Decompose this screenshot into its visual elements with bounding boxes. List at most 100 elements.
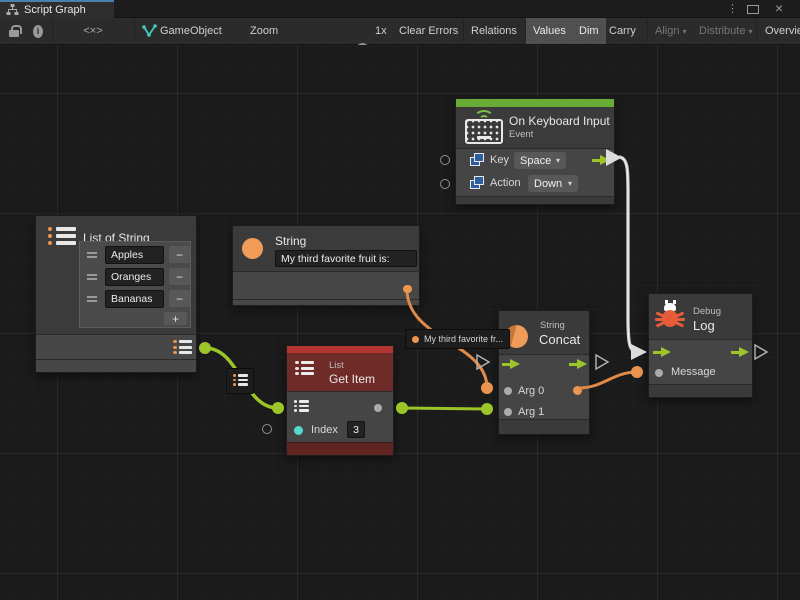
list-output-port-row <box>36 334 196 359</box>
node-category: String <box>540 320 565 331</box>
caret-down-icon: ▾ <box>556 156 560 165</box>
error-footer <box>287 442 393 455</box>
values-button[interactable]: Values <box>526 18 573 44</box>
action-dropdown[interactable]: Down▾ <box>528 175 578 192</box>
list-item-row: Apples − <box>83 245 187 265</box>
list-input-port-icon[interactable] <box>294 400 310 414</box>
event-accent-strip <box>456 99 614 107</box>
drag-handle-icon[interactable] <box>87 296 97 302</box>
node-debug-log[interactable]: Debug Log Message <box>648 293 753 398</box>
arg0-input-port[interactable] <box>504 387 512 395</box>
zoom-value: 1x <box>375 18 387 44</box>
message-input-port[interactable] <box>655 369 663 377</box>
node-list-of-string[interactable]: List of String Apples − Oranges − Banana… <box>35 215 197 373</box>
string-output-port[interactable] <box>404 285 412 293</box>
drag-handle-icon[interactable] <box>87 274 97 280</box>
dim-button[interactable]: Dim <box>572 18 606 44</box>
string-icon <box>242 238 263 259</box>
list-output-port-icon[interactable] <box>173 340 193 357</box>
trigger-input-arrow[interactable] <box>653 347 672 358</box>
gameobject-label[interactable]: GameObject <box>160 18 222 44</box>
toolbar-separator <box>756 20 757 42</box>
align-button[interactable]: Align ▾ <box>648 18 694 44</box>
keyboard-icon <box>465 119 503 144</box>
input-binding-icon <box>470 176 484 189</box>
key-input-port-ring[interactable] <box>440 155 450 165</box>
tab-script-graph[interactable]: Script Graph <box>0 0 114 18</box>
index-value-field[interactable]: 3 <box>347 421 365 438</box>
carry-button[interactable]: Carry <box>602 18 643 44</box>
node-category: List <box>329 360 344 371</box>
gameobject-icon <box>141 18 157 44</box>
key-dropdown[interactable]: Space▾ <box>514 152 566 169</box>
graph-toolbar: i <×> GameObject Zoom 1x Clear Errors Re… <box>0 18 800 45</box>
graph-icon <box>6 4 19 16</box>
list-item-field[interactable]: Bananas <box>105 290 164 308</box>
list-item-field[interactable]: Apples <box>105 246 164 264</box>
node-body <box>287 391 393 444</box>
trigger-output-arrow[interactable] <box>569 359 588 370</box>
remove-item-button[interactable]: − <box>169 246 190 263</box>
tab-label: Script Graph <box>24 4 86 16</box>
wire-value-preview: My third favorite fr... <box>405 329 510 349</box>
node-title: Log <box>693 318 715 333</box>
list-icon <box>48 227 76 248</box>
node-footer <box>233 299 419 305</box>
list-value-icon <box>233 374 248 388</box>
caret-down-icon: ▾ <box>568 179 572 188</box>
node-body <box>233 271 419 299</box>
node-footer <box>499 419 589 434</box>
node-footer <box>456 196 614 204</box>
remove-item-button[interactable]: − <box>169 290 190 307</box>
maximize-icon[interactable] <box>747 5 759 14</box>
action-port-label: Action <box>490 177 521 189</box>
node-concat[interactable]: String Concat Arg 0 Arg 1 <box>498 310 590 435</box>
relations-button[interactable]: Relations <box>464 18 524 44</box>
list-item-field[interactable]: Oranges <box>105 268 164 286</box>
lock-button[interactable] <box>2 18 24 44</box>
lock-icon <box>9 25 17 37</box>
drag-handle-icon[interactable] <box>87 252 97 258</box>
toolbar-separator <box>134 20 135 42</box>
title-bar: Script Graph ⋮ × <box>0 0 800 18</box>
index-input-port[interactable] <box>294 426 303 435</box>
node-footer <box>36 359 196 372</box>
key-port-label: Key <box>490 154 509 166</box>
node-title: Concat <box>539 332 580 347</box>
clear-errors-button[interactable]: Clear Errors <box>392 18 465 44</box>
list-item-row: Oranges − <box>83 267 187 287</box>
info-button[interactable]: i <box>26 18 50 44</box>
arg1-port-label: Arg 1 <box>518 406 544 418</box>
window-menu-icon[interactable]: ⋮ <box>727 2 738 15</box>
caret-down-icon: ▾ <box>683 27 687 36</box>
add-item-button[interactable]: + <box>164 312 187 325</box>
wire-list-preview <box>226 368 254 394</box>
bug-icon <box>657 301 683 329</box>
close-icon[interactable]: × <box>775 0 783 16</box>
list-item-row: Bananas − <box>83 289 187 309</box>
string-value-field[interactable]: My third favorite fruit is: <box>275 250 417 267</box>
code-view-button[interactable]: <×> <box>52 18 134 44</box>
node-get-item[interactable]: List Get Item Index 3 <box>286 345 394 456</box>
node-title: Get Item <box>329 372 375 386</box>
result-output-port[interactable] <box>573 386 582 395</box>
overview-button[interactable]: Overview <box>758 18 800 44</box>
graph-canvas[interactable]: On Keyboard Input Event Key Space▾ Actio… <box>0 45 800 600</box>
index-input-port-ring[interactable] <box>262 424 272 434</box>
info-icon: i <box>33 25 43 38</box>
trigger-input-arrow[interactable] <box>502 359 521 370</box>
distribute-button[interactable]: Distribute ▾ <box>692 18 760 44</box>
action-input-port-ring[interactable] <box>440 179 450 189</box>
node-category: Debug <box>693 306 721 317</box>
item-output-port[interactable] <box>374 404 382 412</box>
node-title: On Keyboard Input <box>509 114 610 128</box>
trigger-output-arrow[interactable] <box>592 155 611 166</box>
arg0-port-label: Arg 0 <box>518 385 544 397</box>
node-string-literal[interactable]: String My third favorite fruit is: <box>232 225 420 306</box>
trigger-output-arrow[interactable] <box>731 347 750 358</box>
node-category: Event <box>509 129 533 140</box>
node-on-keyboard-input[interactable]: On Keyboard Input Event Key Space▾ Actio… <box>455 98 615 205</box>
remove-item-button[interactable]: − <box>169 268 190 285</box>
arg1-input-port[interactable] <box>504 408 512 416</box>
list-icon <box>295 361 317 378</box>
